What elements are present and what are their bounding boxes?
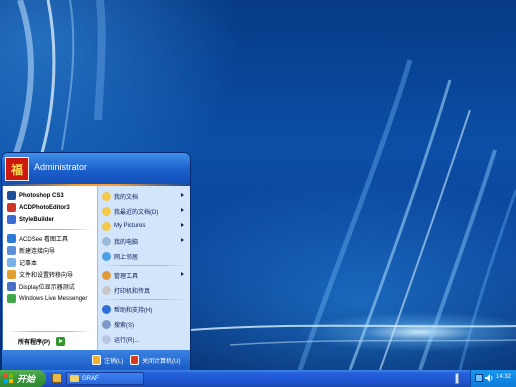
network-icon[interactable] bbox=[475, 374, 483, 382]
all-programs-label: 所有程序(P) bbox=[18, 339, 50, 346]
pinned-item-stylebuilder[interactable]: StyleBuilder bbox=[7, 214, 54, 225]
places-item-label: 运行(R)... bbox=[114, 337, 140, 344]
places-item-printers[interactable]: 打印机和传真 bbox=[102, 284, 188, 296]
shutdown-label: 关闭计算机(U) bbox=[142, 358, 181, 365]
pinned-item-label: StyleBuilder bbox=[19, 216, 55, 223]
places-item-label: 我的文档 bbox=[114, 194, 139, 201]
recent-item-label: Display位显示器测试 bbox=[19, 285, 75, 291]
recent-item-acdsee[interactable]: ACDSee 看图工具 bbox=[7, 233, 68, 244]
pinned-item-photoshop[interactable]: Photoshop CS3 bbox=[7, 190, 64, 201]
start-button[interactable]: 开始 bbox=[0, 370, 46, 387]
places-item-label: 我最近的文档(D) bbox=[114, 209, 159, 216]
pinned-item-label: Photoshop CS3 bbox=[19, 192, 64, 199]
taskbar-button-label: GRAF bbox=[82, 375, 99, 382]
power-icon bbox=[130, 355, 139, 365]
my-pictures-icon bbox=[102, 221, 111, 231]
recent-item-label: Windows Live Messenger bbox=[19, 295, 88, 302]
folder-icon bbox=[70, 375, 79, 382]
tray-toggle-icon[interactable] bbox=[455, 373, 459, 384]
places-item-label: 搜索(S) bbox=[114, 322, 134, 329]
admin-tools-icon bbox=[102, 270, 111, 280]
recent-item-label: 新建连接向导 bbox=[19, 249, 56, 255]
my-documents-icon bbox=[102, 191, 111, 201]
start-menu-footer: 注销(L) 关闭计算机(U) bbox=[2, 350, 190, 370]
photoshop-icon bbox=[7, 191, 16, 200]
places-item-network-places[interactable]: 网上邻居 bbox=[102, 250, 188, 262]
search-icon bbox=[102, 319, 111, 329]
system-tray: 14:32 bbox=[470, 370, 516, 387]
start-label: 开始 bbox=[17, 374, 36, 384]
help-icon bbox=[102, 304, 111, 314]
places-item-label: My Pictures bbox=[114, 223, 146, 229]
arrow-right-icon bbox=[56, 336, 65, 346]
avatar-glyph: 福 bbox=[10, 162, 23, 177]
places-item-label: 打印机和传真 bbox=[114, 288, 151, 295]
places-item-run[interactable]: 运行(R)... bbox=[102, 333, 188, 345]
logoff-button[interactable]: 注销(L) bbox=[92, 354, 123, 366]
taskbar-button-graf[interactable]: GRAF bbox=[66, 372, 144, 385]
places-pane: 我的文档 我最近的文档(D) My Pictures 我的电脑 网上邻居 管理工… bbox=[97, 186, 190, 350]
places-item-search[interactable]: 搜索(S) bbox=[102, 318, 188, 330]
my-computer-icon bbox=[102, 236, 111, 246]
pinned-item-label: ACDPhotoEditor3 bbox=[19, 204, 70, 211]
places-item-my-documents[interactable]: 我的文档 bbox=[102, 190, 188, 202]
recent-documents-icon bbox=[102, 206, 111, 216]
logoff-label: 注销(L) bbox=[104, 358, 124, 365]
submenu-arrow-icon bbox=[181, 272, 184, 276]
recent-item-display-test[interactable]: Display位显示器测试 bbox=[7, 281, 75, 292]
taskbar: 开始 GRAF 14:32 bbox=[0, 370, 516, 387]
submenu-arrow-icon bbox=[181, 223, 184, 227]
places-item-my-computer[interactable]: 我的电脑 bbox=[102, 235, 188, 247]
shutdown-button[interactable]: 关闭计算机(U) bbox=[130, 354, 180, 366]
volume-icon[interactable] bbox=[485, 374, 493, 382]
clock[interactable]: 14:32 bbox=[496, 374, 511, 380]
places-separator-2 bbox=[102, 299, 186, 300]
places-item-label: 我的电脑 bbox=[114, 239, 139, 246]
submenu-arrow-icon bbox=[181, 208, 184, 212]
pinned-separator bbox=[7, 229, 93, 230]
acdsee-icon bbox=[7, 234, 16, 243]
places-item-label: 帮助和支持(H) bbox=[114, 307, 153, 314]
submenu-arrow-icon bbox=[181, 238, 184, 242]
programs-pane: Photoshop CS3 ACDPhotoEditor3 StyleBuild… bbox=[2, 186, 97, 350]
recent-item-label: 文件和设置转移向导 bbox=[19, 273, 74, 279]
places-separator bbox=[102, 265, 186, 266]
recent-item-network-wizard[interactable]: 新建连接向导 bbox=[7, 245, 55, 256]
key-icon bbox=[92, 355, 101, 365]
notepad-icon bbox=[7, 258, 16, 267]
display-test-icon bbox=[7, 282, 16, 291]
places-item-recent-documents[interactable]: 我最近的文档(D) bbox=[102, 205, 188, 217]
all-programs-separator bbox=[7, 331, 93, 332]
places-item-help[interactable]: 帮助和支持(H) bbox=[102, 303, 188, 315]
network-places-icon bbox=[102, 251, 111, 261]
transfer-wizard-icon bbox=[7, 270, 16, 279]
recent-item-messenger[interactable]: Windows Live Messenger bbox=[7, 293, 87, 304]
recent-item-label: 记事本 bbox=[19, 261, 38, 267]
messenger-icon bbox=[7, 294, 16, 303]
places-item-admin-tools[interactable]: 管理工具 bbox=[102, 269, 188, 281]
username-label: Administrator bbox=[34, 162, 88, 172]
recent-item-label: ACDSee 看图工具 bbox=[19, 237, 69, 243]
pinned-item-acdphotoeditor[interactable]: ACDPhotoEditor3 bbox=[7, 202, 70, 213]
places-item-label: 网上邻居 bbox=[114, 254, 139, 261]
start-menu: 福 Administrator Photoshop CS3 ACDPhotoEd… bbox=[2, 153, 190, 370]
start-menu-header: 福 Administrator bbox=[2, 153, 190, 184]
places-item-label: 管理工具 bbox=[114, 273, 139, 280]
all-programs-button[interactable]: 所有程序(P) bbox=[18, 336, 65, 346]
stylebuilder-icon bbox=[7, 215, 16, 224]
submenu-arrow-icon bbox=[181, 193, 184, 197]
recent-item-notepad[interactable]: 记事本 bbox=[7, 257, 37, 268]
quick-launch-folder-icon[interactable] bbox=[52, 373, 62, 383]
recent-item-transfer-wizard[interactable]: 文件和设置转移向导 bbox=[7, 269, 73, 280]
user-avatar[interactable]: 福 bbox=[5, 157, 29, 181]
acd-photo-editor-icon bbox=[7, 203, 16, 212]
printers-icon bbox=[102, 285, 111, 295]
places-item-my-pictures[interactable]: My Pictures bbox=[102, 220, 188, 232]
network-wizard-icon bbox=[7, 246, 16, 255]
windows-flag-icon bbox=[4, 373, 14, 384]
run-icon bbox=[102, 334, 111, 344]
